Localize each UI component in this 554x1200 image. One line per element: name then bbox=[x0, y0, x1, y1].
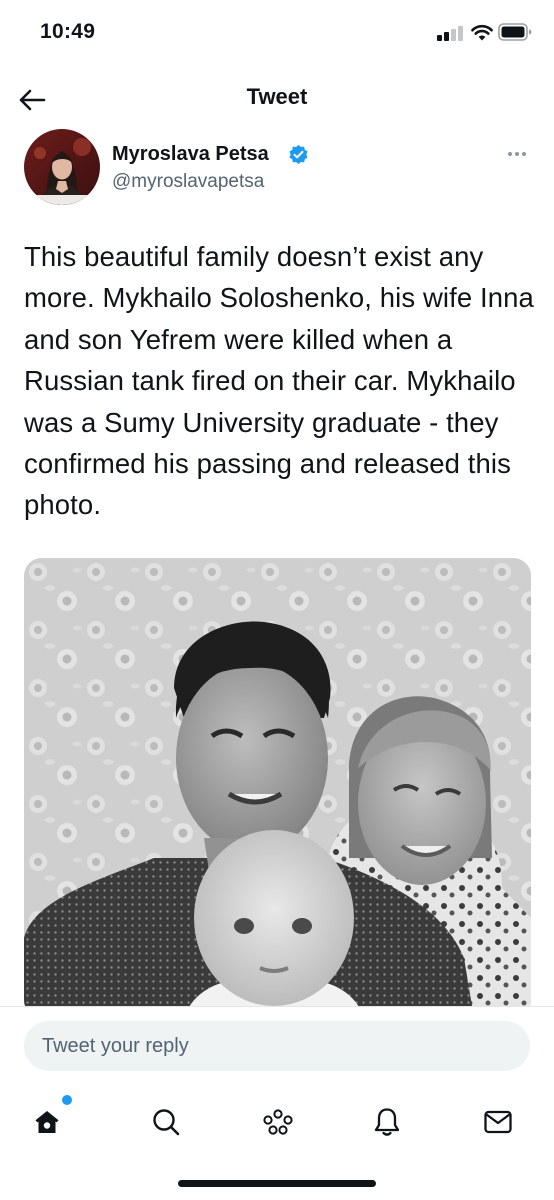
author-handle[interactable]: @myroslavapetsa bbox=[112, 171, 264, 193]
tweet-detail-screen: 10:49 Tweet Myroslava Petsa @myroslavape… bbox=[0, 0, 554, 1200]
family-photo bbox=[24, 558, 531, 1018]
avatar[interactable] bbox=[24, 129, 100, 205]
tab-search[interactable] bbox=[139, 1095, 193, 1149]
author-name[interactable]: Myroslava Petsa bbox=[112, 143, 269, 166]
more-horizontal-icon bbox=[508, 152, 512, 156]
cellular-signal-icon bbox=[437, 25, 465, 41]
page-title: Tweet bbox=[246, 84, 308, 109]
notification-dot bbox=[62, 1095, 72, 1105]
search-icon bbox=[153, 1109, 180, 1136]
home-icon bbox=[35, 1111, 59, 1133]
tab-spaces[interactable] bbox=[251, 1095, 305, 1149]
home-indicator[interactable] bbox=[178, 1180, 376, 1187]
verified-badge-icon bbox=[289, 144, 308, 165]
status-time: 10:49 bbox=[40, 20, 96, 43]
reply-bar bbox=[0, 1006, 554, 1200]
tab-notifications[interactable] bbox=[360, 1095, 414, 1149]
bell-icon bbox=[374, 1108, 400, 1136]
tab-messages[interactable] bbox=[471, 1095, 525, 1149]
more-options-button[interactable] bbox=[500, 144, 534, 164]
top-header: Tweet bbox=[0, 66, 554, 130]
tweet-photo[interactable] bbox=[24, 558, 531, 1018]
status-bar: 10:49 bbox=[0, 0, 554, 66]
reply-input[interactable] bbox=[24, 1021, 530, 1071]
wifi-icon bbox=[471, 25, 493, 41]
battery-icon bbox=[498, 23, 532, 41]
author-photo bbox=[24, 129, 100, 205]
mail-icon bbox=[484, 1110, 512, 1134]
spaces-icon bbox=[263, 1109, 293, 1135]
tweet-text: This beautiful family doesn’t exist any … bbox=[24, 241, 534, 521]
